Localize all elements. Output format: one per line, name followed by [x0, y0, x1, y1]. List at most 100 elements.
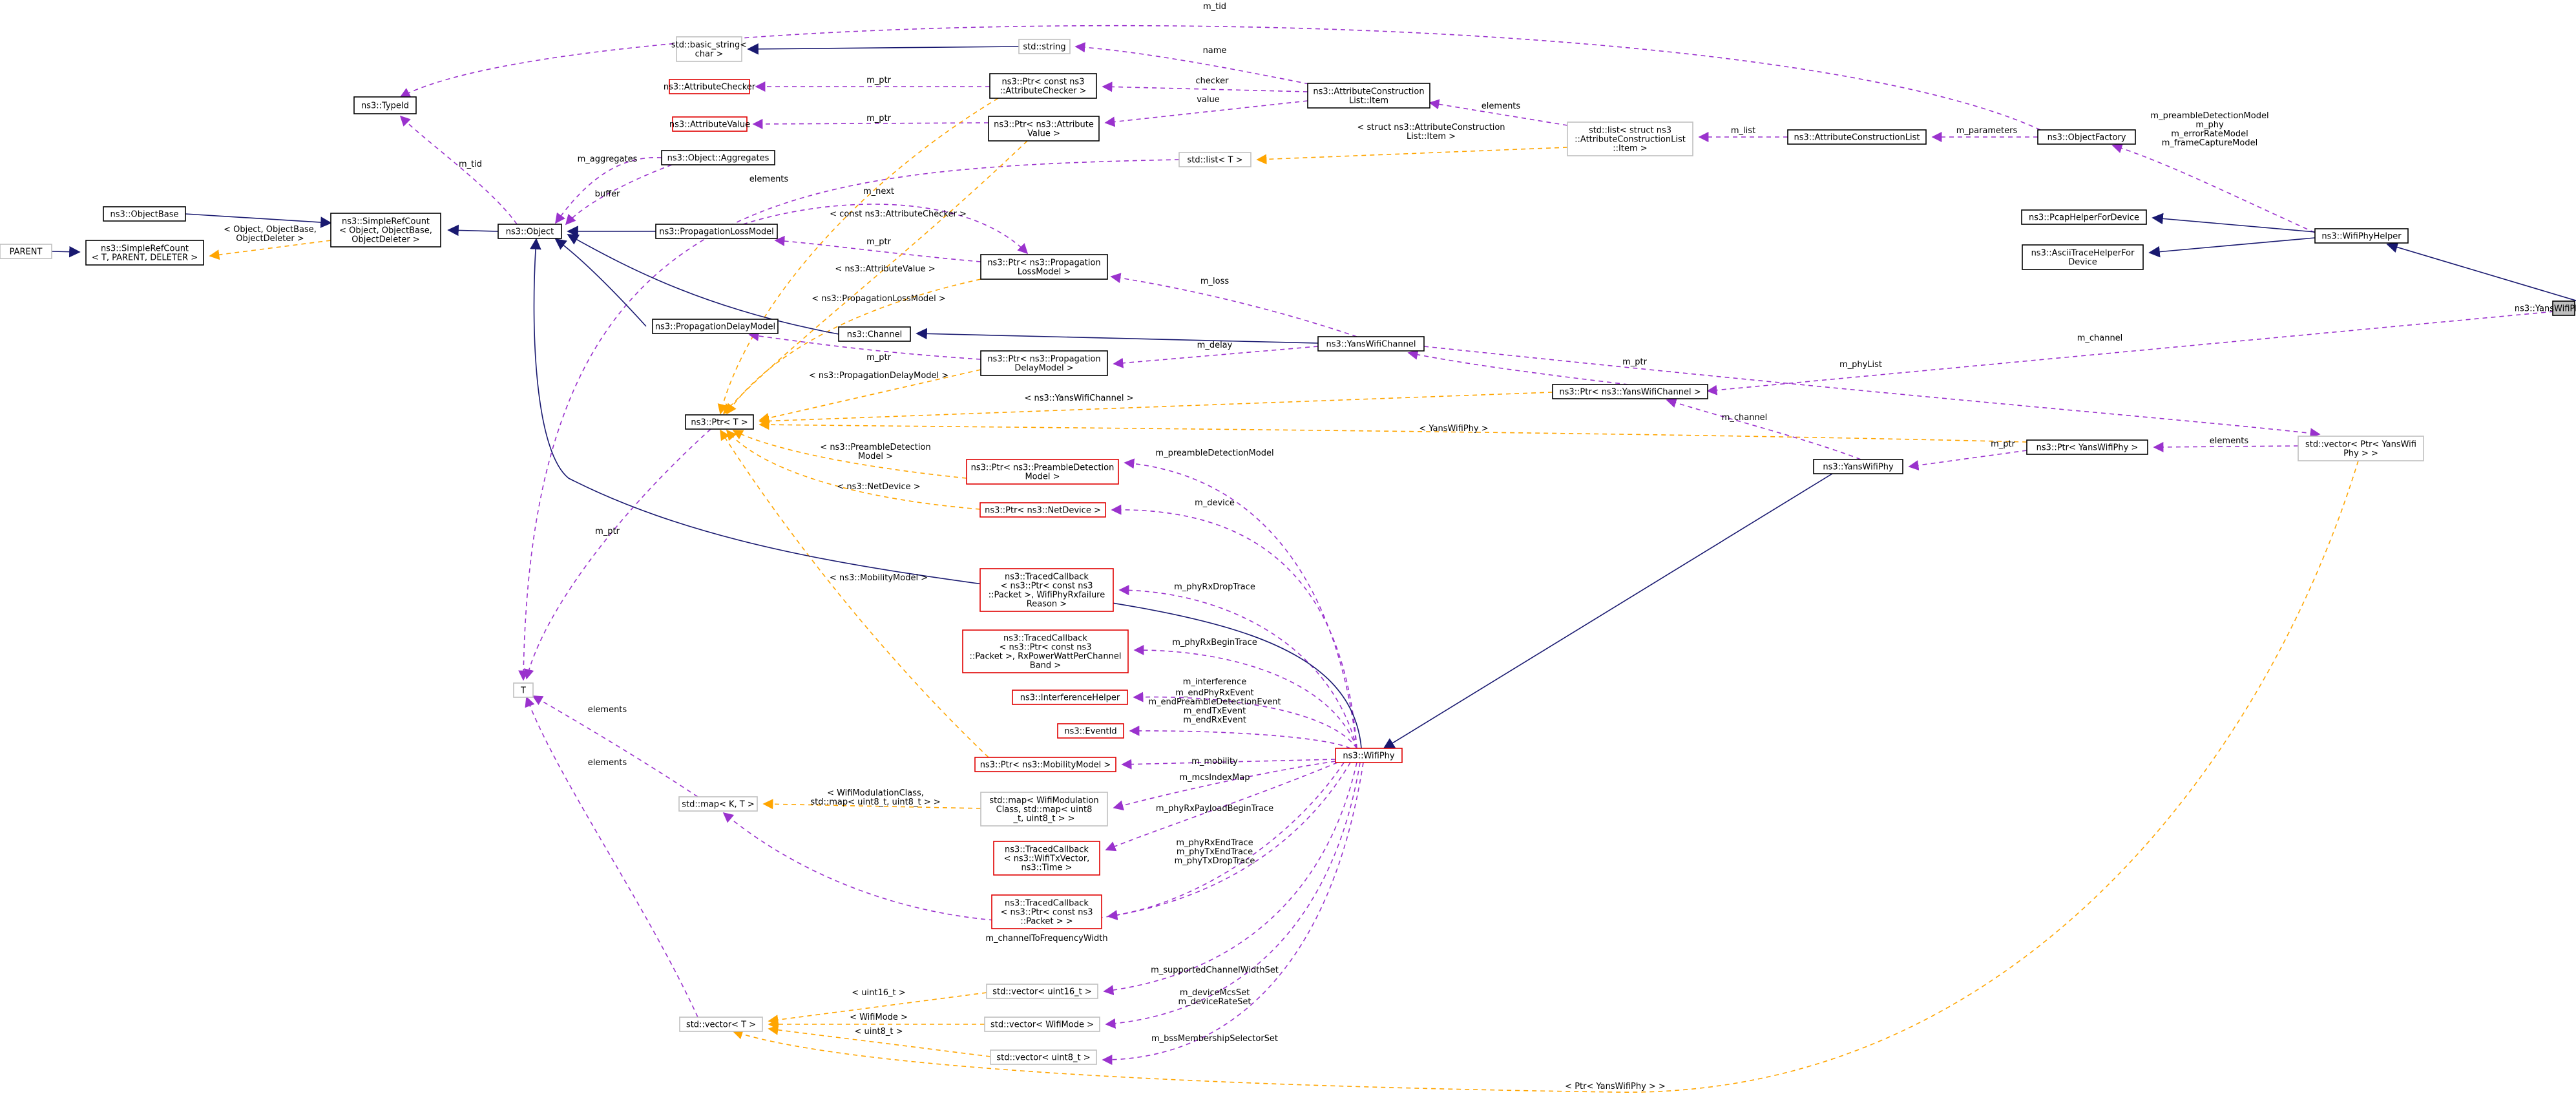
- class-node-typeid[interactable]: ns3::TypeId: [353, 96, 417, 114]
- class-node-wifi-phy-helper[interactable]: ns3::WifiPhyHelper: [2314, 228, 2409, 244]
- edge-label-ptr-yans-tpl-bottom: < Ptr< YansWifiPhy > >: [1565, 1082, 1666, 1091]
- edge-label-line: m_channel: [1722, 413, 1768, 423]
- class-node-std-list-t[interactable]: std::list< T >: [1178, 152, 1251, 167]
- node-label: LossModel >: [1018, 268, 1071, 277]
- class-node-propagation-loss-model[interactable]: ns3::PropagationLossModel: [655, 224, 778, 239]
- template-edge: [717, 98, 999, 415]
- class-node-yans-wifi-phy-helper[interactable]: ns3::YansWifiPhyHelper: [2515, 300, 2576, 316]
- node-label: ::Packet >, RxPowerWattPerChannel: [970, 652, 1122, 662]
- class-node-std-map-kt[interactable]: std::map< K, T >: [678, 796, 758, 812]
- class-node-attr-construction-list[interactable]: ns3::AttributeConstructionList: [1787, 129, 1927, 145]
- edge-label-line: checker: [1196, 76, 1230, 86]
- class-node-traced-cb-packet[interactable]: ns3::TracedCallback< ns3::Ptr< const ns3…: [991, 894, 1102, 929]
- class-node-parent[interactable]: PARENT: [0, 244, 52, 259]
- class-node-object[interactable]: ns3::Object: [497, 224, 562, 239]
- class-node-pcap-helper[interactable]: ns3::PcapHelperForDevice: [2021, 209, 2147, 225]
- node-label: < ns3::Ptr< const ns3: [1000, 643, 1092, 653]
- edge-label-line: elements: [2210, 436, 2249, 446]
- edge-label-line: m_next: [863, 187, 894, 196]
- class-node-ptr-preamble-detection[interactable]: ns3::Ptr< ns3::PreambleDetectionModel >: [966, 459, 1119, 485]
- class-node-ptr-attr-checker[interactable]: ns3::Ptr< const ns3::AttributeChecker >: [989, 73, 1097, 99]
- node-label: ns3::Object: [506, 227, 554, 237]
- class-node-object-factory[interactable]: ns3::ObjectFactory: [2037, 129, 2136, 145]
- class-node-basic-string[interactable]: std::basic_string<char >: [671, 36, 747, 62]
- inherit-edge: [916, 328, 1319, 344]
- edge-label-m-device-sets: m_deviceMcsSet m_deviceRateSet: [1178, 988, 1251, 1007]
- class-node-object-base[interactable]: ns3::ObjectBase: [103, 206, 186, 222]
- node-label: ns3::Ptr< ns3::PreambleDetection: [971, 463, 1115, 473]
- edge-label-preamble-tpl: < ns3::PreambleDetection Model >: [820, 443, 930, 461]
- class-node-vector-t[interactable]: std::vector< T >: [679, 1017, 763, 1032]
- node-label: ns3::SimpleRefCount: [342, 217, 430, 227]
- class-node-traced-cb-rx-failure[interactable]: ns3::TracedCallback< ns3::Ptr< const ns3…: [979, 568, 1114, 612]
- edge-label-m-parameters: m_parameters: [1956, 126, 2018, 136]
- class-node-yans-wifi-channel[interactable]: ns3::YansWifiChannel: [1317, 336, 1425, 352]
- member-edge: [523, 428, 711, 680]
- class-node-channel[interactable]: ns3::Channel: [838, 326, 911, 342]
- edge-label-m-delay: m_delay: [1197, 341, 1233, 350]
- node-label: char >: [695, 50, 724, 59]
- class-node-std-map-wifi-modulation[interactable]: std::map< WifiModulationClass, std::map<…: [980, 792, 1108, 827]
- class-node-ptr-t[interactable]: ns3::Ptr< T >: [685, 414, 754, 430]
- class-node-t[interactable]: T: [513, 682, 534, 698]
- edges-layer: [51, 25, 2576, 1093]
- edge-label-m-ptr-t: m_ptr: [595, 527, 620, 536]
- class-node-traced-cb-txvector[interactable]: ns3::TracedCallback< ns3::WifiTxVector,n…: [993, 841, 1100, 876]
- edge-label-m-phy-rx-payload: m_phyRxPayloadBeginTrace: [1156, 804, 1273, 814]
- edge-label-line: m_endRxEvent: [1183, 715, 1246, 725]
- edge-label-channel-tpl: < ns3::YansWifiChannel >: [1025, 394, 1134, 403]
- node-label: ns3::InterferenceHelper: [1020, 693, 1120, 703]
- class-node-ptr-net-device[interactable]: ns3::Ptr< ns3::NetDevice >: [979, 502, 1106, 518]
- edge-label-m-mcs-index-map: m_mcsIndexMap: [1180, 773, 1250, 783]
- edge-label-line: m_list: [1731, 126, 1755, 136]
- edge-label-elements-vector: elements: [2210, 436, 2249, 446]
- edge-label-line: m_phyRxEndTrace: [1176, 838, 1253, 848]
- edge-label-line: m_phyRxPayloadBeginTrace: [1156, 804, 1273, 814]
- edge-label-line: m_phyTxEndTrace: [1177, 847, 1253, 857]
- class-node-attr-checker[interactable]: ns3::AttributeChecker: [664, 79, 756, 94]
- edge-label-line: m_ptr: [866, 76, 892, 85]
- class-node-propagation-delay-model[interactable]: ns3::PropagationDelayModel: [652, 319, 779, 334]
- class-node-aggregates[interactable]: ns3::Object::Aggregates: [661, 150, 775, 165]
- class-node-vector-uint16[interactable]: std::vector< uint16_t >: [986, 984, 1098, 999]
- inherit-edge: [2152, 213, 2316, 233]
- inherit-edge: [747, 43, 1020, 55]
- class-node-ptr-attr-value[interactable]: ns3::Ptr< ns3::AttributeValue >: [988, 116, 1100, 142]
- class-node-simple-ref-count-t[interactable]: ns3::SimpleRefCount< T, PARENT, DELETER …: [85, 240, 204, 266]
- edge-label-line: std::map< uint8_t, uint8_t > >: [810, 797, 940, 807]
- class-node-wifi-phy[interactable]: ns3::WifiPhy: [1335, 748, 1403, 763]
- class-node-attr-value[interactable]: ns3::AttributeValue: [669, 116, 750, 132]
- class-node-simple-ref-count-obj[interactable]: ns3::SimpleRefCount< Object, ObjectBase,…: [330, 213, 441, 248]
- edge-label-line: elements: [588, 758, 627, 768]
- class-node-ptr-yans-wifi-phy[interactable]: ns3::Ptr< YansWifiPhy >: [2026, 439, 2148, 455]
- class-node-ascii-trace-helper[interactable]: ns3::AsciiTraceHelperForDevice: [2022, 244, 2144, 270]
- node-label: ns3::Ptr< T >: [691, 418, 748, 428]
- edge-label-line: buffer: [595, 189, 620, 199]
- node-label: std::map< WifiModulation: [989, 796, 1098, 806]
- collaboration-diagram: m_tidnamem_ptr checkerm_ptrvalueelementsm…: [0, 2, 2576, 1093]
- node-label: ns3::SimpleRefCount: [101, 244, 189, 254]
- class-node-event-id[interactable]: ns3::EventId: [1057, 723, 1124, 739]
- class-node-ptr-yans-wifi-channel[interactable]: ns3::Ptr< ns3::YansWifiChannel >: [1552, 384, 1708, 399]
- class-node-vector-ptr-yans[interactable]: std::vector< Ptr< YansWifiPhy > >: [2298, 436, 2424, 461]
- node-label: ::Packet > >: [1020, 917, 1073, 927]
- class-node-vector-wifi-mode[interactable]: std::vector< WifiMode >: [984, 1017, 1100, 1032]
- class-node-yans-wifi-phy[interactable]: ns3::YansWifiPhy: [1813, 459, 1903, 474]
- class-node-ptr-propagation-delay[interactable]: ns3::Ptr< ns3::PropagationDelayModel >: [980, 350, 1108, 376]
- class-node-interference-helper[interactable]: ns3::InterferenceHelper: [1012, 690, 1128, 705]
- edge-label-map-tpl: < WifiModulationClass, std::map< uint8_t,…: [810, 788, 940, 807]
- class-node-ptr-mobility-model[interactable]: ns3::Ptr< ns3::MobilityModel >: [974, 757, 1116, 772]
- template-edge: [732, 460, 2359, 1093]
- class-node-traced-cb-rx-power[interactable]: ns3::TracedCallback< ns3::Ptr< const ns3…: [962, 629, 1129, 673]
- class-node-string[interactable]: std::string: [1018, 39, 1071, 54]
- class-node-vector-uint8[interactable]: std::vector< uint8_t >: [990, 1049, 1097, 1065]
- edge-label-line: < Object, ObjectBase,: [224, 225, 317, 235]
- node-label: ns3::AttributeChecker: [664, 83, 756, 92]
- class-node-attr-construction-item[interactable]: ns3::AttributeConstructionList::Item: [1307, 83, 1430, 109]
- edge-label-loss-tpl: < ns3::PropagationLossModel >: [812, 294, 946, 304]
- node-label: < ns3::WifiTxVector,: [1004, 854, 1090, 864]
- edge-label-line: m_phyTxDropTrace: [1175, 856, 1255, 866]
- class-node-std-list-item[interactable]: std::list< struct ns3::AttributeConstruc…: [1567, 121, 1693, 156]
- class-node-ptr-propagation-loss[interactable]: ns3::Ptr< ns3::PropagationLossModel >: [980, 254, 1108, 280]
- member-edge: [1074, 42, 1310, 85]
